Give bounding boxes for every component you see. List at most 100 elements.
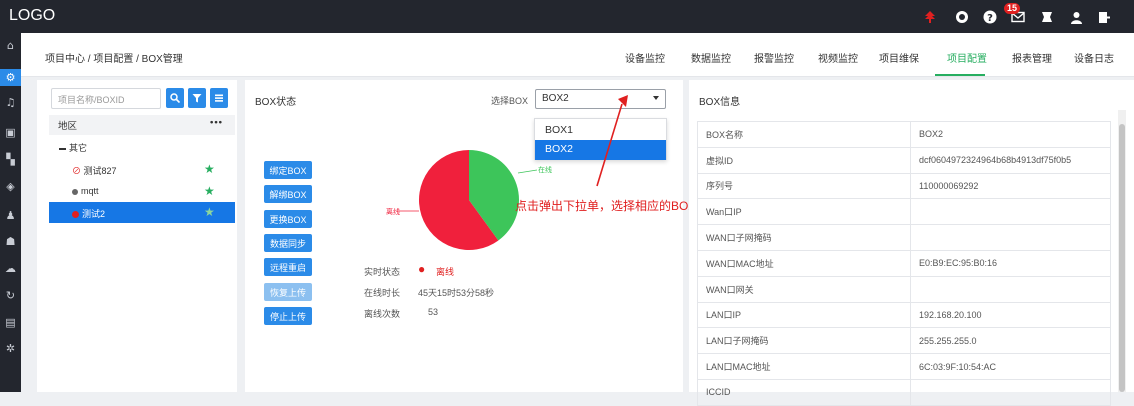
svg-text:?: ? (987, 13, 993, 24)
tab-data-monitor[interactable]: 数据监控 (691, 50, 731, 65)
scrollbar-thumb[interactable] (1119, 124, 1125, 392)
tab-alarm-monitor[interactable]: 报警监控 (754, 50, 794, 65)
more-icon[interactable]: ••• (210, 117, 223, 128)
unbind-box-button[interactable]: 解绑BOX (264, 185, 312, 203)
search-input[interactable]: 项目名称/BOXID (51, 88, 161, 109)
tree-item[interactable]: mqtt (72, 186, 99, 196)
tab-video-monitor[interactable]: 视频监控 (818, 50, 858, 65)
home-icon[interactable]: ⌂ (0, 37, 21, 54)
tree-item-label: mqtt (81, 186, 99, 196)
tab-device-monitor[interactable]: 设备监控 (625, 50, 665, 65)
table-row: WAN口网关 (697, 275, 1111, 303)
list-button[interactable] (210, 88, 228, 108)
area-header: 地区 ••• (49, 115, 235, 135)
row-key: WAN口子网掩码 (697, 224, 911, 251)
refresh-icon[interactable]: ↻ (0, 287, 21, 304)
search-icon (170, 93, 180, 103)
offline-count-label: 离线次数 (364, 309, 401, 319)
unlink-icon: ⊘ (72, 166, 82, 176)
sidebar: ⌂ ⚙ ♫ ▣ ▚ ◈ ♟ ☗ ☁ ↻ ▤ ✲ (0, 33, 21, 392)
row-key: BOX名称 (697, 121, 911, 148)
collapse-icon[interactable] (59, 147, 66, 150)
alarm-dot-icon (72, 211, 79, 219)
row-value (910, 198, 1111, 226)
help-icon[interactable]: ? (982, 9, 998, 25)
area-label: 地区 (58, 121, 78, 132)
cloud-icon[interactable]: ☁ (0, 260, 21, 277)
monitor-icon[interactable]: ▣ (0, 124, 21, 141)
favorite-star-icon[interactable]: ★ (204, 184, 215, 198)
tree-item-label: 测试2 (82, 209, 106, 219)
logout-icon[interactable] (1096, 9, 1112, 25)
replace-box-button[interactable]: 更换BOX (264, 210, 312, 228)
favorite-star-icon[interactable]: ★ (204, 205, 215, 219)
table-row: ICCID (697, 378, 1111, 406)
box-info-table: BOX名称 BOX2 虚拟ID dcf0604972324964b68b4913df… (697, 121, 1111, 406)
row-value (910, 224, 1111, 251)
online-leader-line (517, 169, 538, 174)
remote-restart-button[interactable]: 远程重启 (264, 258, 312, 276)
gear-icon[interactable]: ✲ (0, 340, 21, 357)
online-duration-label: 在线时长 (364, 288, 401, 298)
row-key: WAN口MAC地址 (697, 249, 911, 277)
tree-item-label: 测试827 (83, 166, 117, 176)
row-value: 6C:03:9F:10:54:AC (910, 353, 1111, 380)
table-row: Wan口IP (697, 198, 1111, 226)
stop-upload-button[interactable]: 停止上传 (264, 307, 312, 325)
tree-group-label: 其它 (69, 143, 88, 153)
annotation-text: 点击弹出下拉单，选择相应的BOX (515, 199, 697, 213)
row-value (910, 378, 1111, 406)
box-select-value: BOX2 (542, 93, 569, 104)
filter-button[interactable] (188, 88, 206, 108)
favorite-star-icon[interactable]: ★ (204, 162, 215, 176)
tree-icon[interactable] (922, 9, 938, 25)
offline-count-value: 53 (428, 307, 439, 317)
user-icon[interactable]: ♟ (0, 207, 21, 224)
row-key: 序列号 (697, 172, 911, 200)
user-icon[interactable] (1068, 9, 1084, 25)
offline-slice-label: 离线 (386, 207, 400, 216)
tab-device-log[interactable]: 设备日志 (1074, 50, 1114, 65)
annotation-arrow (596, 95, 628, 187)
app-logo: LOGO (9, 7, 56, 24)
online-slice-label: 在线 (538, 165, 552, 174)
row-value: E0:B9:EC:95:B0:16 (910, 249, 1111, 277)
status-label: 实时状态 (364, 267, 401, 277)
tab-reports[interactable]: 报表管理 (1012, 50, 1052, 65)
tab-maintenance[interactable]: 项目维保 (879, 50, 919, 65)
sync-data-button[interactable]: 数据同步 (264, 234, 312, 252)
row-key: LAN口子网掩码 (697, 327, 911, 355)
box-info-title: BOX信息 (699, 97, 741, 108)
fullscreen-icon[interactable] (1039, 9, 1055, 25)
stack-icon[interactable]: ◈ (0, 178, 21, 195)
dashboard-icon[interactable]: ▚ (0, 151, 21, 168)
filter-icon (192, 94, 202, 103)
clock-icon[interactable] (954, 9, 970, 25)
nav-bar: 项目中心 / 项目配置 / BOX管理 设备监控 数据监控 报警监控 视频监控 … (21, 33, 1134, 77)
row-value: 192.168.20.100 (910, 301, 1111, 329)
tab-project-config[interactable]: 项目配置 (947, 50, 987, 65)
status-value: 离线 (436, 267, 455, 277)
row-value: 255.255.255.0 (910, 327, 1111, 355)
row-key: LAN口MAC地址 (697, 353, 911, 380)
status-dot-icon: ● (418, 262, 426, 276)
row-key: ICCID (697, 378, 911, 406)
search-button[interactable] (166, 88, 184, 108)
table-row: BOX名称 BOX2 (697, 121, 1111, 148)
tree-item[interactable]: ⊘ 测试827 (72, 164, 117, 177)
table-row: 虚拟ID dcf0604972324964b68b4913df75f0b5 (697, 146, 1111, 174)
table-row: LAN口MAC地址 6C:03:9F:10:54:AC (697, 353, 1111, 380)
mail-count-badge: 15 (1004, 3, 1021, 14)
table-row: LAN口子网掩码 255.255.255.0 (697, 327, 1111, 355)
row-value (910, 275, 1111, 303)
tree-group[interactable]: 其它 (59, 141, 87, 154)
chevron-down-icon (653, 96, 659, 100)
team-icon[interactable]: ☗ (0, 233, 21, 250)
bind-box-button[interactable]: 绑定BOX (264, 161, 312, 179)
alarm-icon[interactable]: ♫ (0, 94, 21, 111)
box-status-title: BOX状态 (255, 97, 297, 108)
resume-upload-button[interactable]: 恢复上传 (264, 283, 312, 301)
document-icon[interactable]: ▤ (0, 314, 21, 331)
tree-item[interactable]: 测试2 (72, 207, 105, 220)
settings-icon[interactable]: ⚙ (0, 69, 21, 86)
